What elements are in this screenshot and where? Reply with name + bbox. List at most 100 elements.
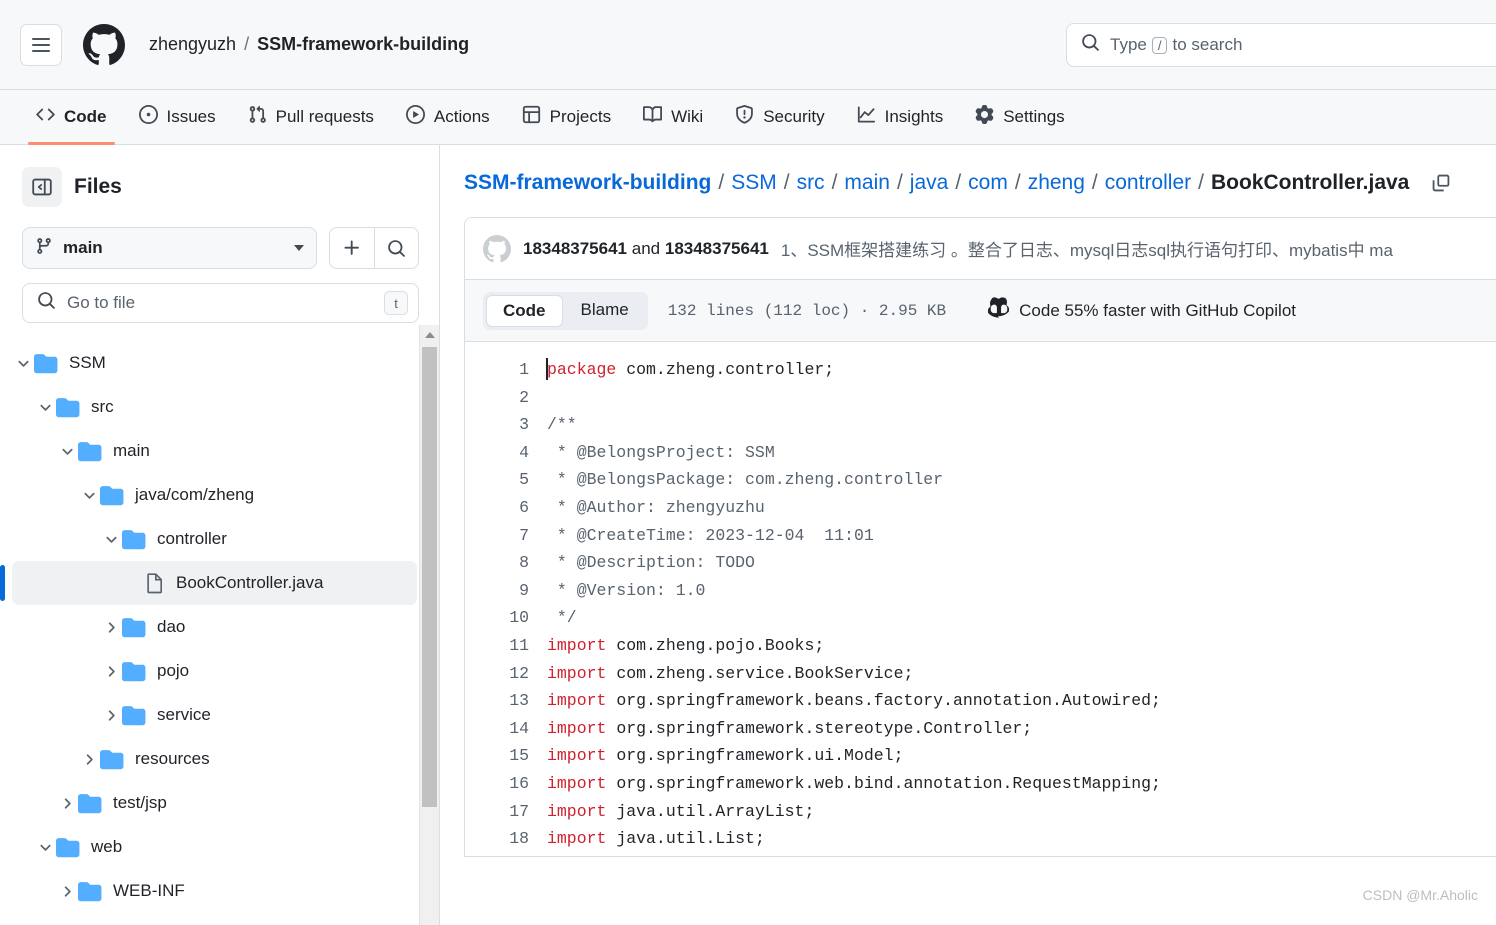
- line-content[interactable]: import java.util.ArrayList;: [547, 798, 814, 826]
- line-number[interactable]: 6: [465, 494, 547, 522]
- line-number[interactable]: 4: [465, 439, 547, 467]
- copilot-promo[interactable]: Code 55% faster with GitHub Copilot: [988, 297, 1296, 324]
- tab-blame-view[interactable]: Blame: [565, 295, 645, 327]
- branch-selector[interactable]: main: [22, 227, 317, 269]
- line-content[interactable]: import org.springframework.ui.Model;: [547, 742, 903, 770]
- tree-folder-test/jsp[interactable]: test/jsp: [12, 781, 417, 825]
- commit-author[interactable]: 18348375641: [523, 239, 627, 258]
- line-content[interactable]: * @Description: TODO: [547, 549, 755, 577]
- scroll-up-button[interactable]: [420, 325, 439, 345]
- tree-folder-WEB-INF[interactable]: WEB-INF: [12, 869, 417, 913]
- sidebar-scrollbar[interactable]: [419, 325, 439, 925]
- search-files-button[interactable]: [374, 228, 418, 268]
- tree-file-BookController.java[interactable]: BookController.java: [0, 561, 417, 605]
- path-segment-main[interactable]: main: [844, 171, 890, 195]
- chevron-down-icon[interactable]: [100, 532, 122, 547]
- line-content[interactable]: import org.springframework.web.bind.anno…: [547, 770, 1161, 798]
- tab-projects[interactable]: Projects: [506, 90, 627, 144]
- path-segment-java[interactable]: java: [910, 171, 949, 195]
- line-number[interactable]: 9: [465, 577, 547, 605]
- line-content[interactable]: import java.util.List;: [547, 825, 765, 853]
- tree-folder-src[interactable]: src: [12, 385, 417, 429]
- line-content[interactable]: * @BelongsProject: SSM: [547, 439, 775, 467]
- tree-folder-pojo[interactable]: pojo: [12, 649, 417, 693]
- tree-folder-resources[interactable]: resources: [12, 737, 417, 781]
- scrollbar-thumb[interactable]: [422, 347, 437, 807]
- chevron-right-icon[interactable]: [100, 620, 122, 635]
- owner-link[interactable]: zhengyuzh: [149, 34, 236, 55]
- repo-link[interactable]: SSM-framework-building: [257, 34, 469, 55]
- line-content[interactable]: */: [547, 604, 577, 632]
- line-content[interactable]: package com.zheng.controller;: [546, 356, 834, 384]
- line-content[interactable]: * @CreateTime: 2023-12-04 11:01: [547, 522, 874, 550]
- line-content[interactable]: import com.zheng.service.BookService;: [547, 660, 913, 688]
- tree-folder-controller[interactable]: controller: [12, 517, 417, 561]
- global-search[interactable]: Type / to search: [1066, 23, 1496, 67]
- tab-code[interactable]: Code: [20, 90, 123, 145]
- chevron-right-icon[interactable]: [100, 708, 122, 723]
- line-number[interactable]: 16: [465, 770, 547, 798]
- add-file-button[interactable]: [330, 228, 374, 268]
- line-content[interactable]: * @Author: zhengyuzhu: [547, 494, 765, 522]
- tab-pull-requests[interactable]: Pull requests: [232, 90, 390, 144]
- chevron-right-icon[interactable]: [56, 796, 78, 811]
- tree-folder-java/com/zheng[interactable]: java/com/zheng: [12, 473, 417, 517]
- line-content[interactable]: import org.springframework.beans.factory…: [547, 687, 1161, 715]
- go-to-file-input[interactable]: Go to file t: [22, 283, 419, 323]
- sidebar-collapse-icon[interactable]: [22, 167, 62, 207]
- line-number[interactable]: 17: [465, 798, 547, 826]
- path-segment-SSM-framework-building[interactable]: SSM-framework-building: [464, 171, 711, 195]
- hamburger-menu-icon[interactable]: [20, 23, 62, 66]
- commit-coauthor[interactable]: 18348375641: [665, 239, 769, 258]
- line-content[interactable]: import com.zheng.pojo.Books;: [547, 632, 824, 660]
- line-number[interactable]: 12: [465, 660, 547, 688]
- search-input[interactable]: Type / to search: [1066, 23, 1496, 67]
- chevron-right-icon[interactable]: [100, 664, 122, 679]
- line-number[interactable]: 7: [465, 522, 547, 550]
- chevron-right-icon[interactable]: [56, 884, 78, 899]
- commit-message[interactable]: 1、SSM框架搭建练习 。整合了日志、mysql日志sql执行语句打印、myba…: [781, 236, 1393, 261]
- tree-folder-service[interactable]: service: [12, 693, 417, 737]
- line-number[interactable]: 10: [465, 604, 547, 632]
- tree-folder-dao[interactable]: dao: [12, 605, 417, 649]
- line-content[interactable]: /**: [547, 411, 577, 439]
- line-content[interactable]: import org.springframework.stereotype.Co…: [547, 715, 1032, 743]
- line-number[interactable]: 8: [465, 549, 547, 577]
- tab-issues[interactable]: Issues: [123, 90, 232, 144]
- line-number[interactable]: 18: [465, 825, 547, 853]
- chevron-down-icon[interactable]: [78, 488, 100, 503]
- tab-insights[interactable]: Insights: [841, 90, 960, 144]
- tree-folder-main[interactable]: main: [12, 429, 417, 473]
- path-segment-controller[interactable]: controller: [1105, 171, 1191, 195]
- tree-folder-SSM[interactable]: SSM: [12, 341, 417, 385]
- github-logo-icon[interactable]: [83, 23, 125, 66]
- line-number[interactable]: 13: [465, 687, 547, 715]
- copy-path-icon[interactable]: [1430, 172, 1452, 194]
- path-segment-com[interactable]: com: [968, 171, 1008, 195]
- tab-settings[interactable]: Settings: [959, 90, 1080, 144]
- line-content[interactable]: * @BelongsPackage: com.zheng.controller: [547, 466, 943, 494]
- line-content[interactable]: * @Version: 1.0: [547, 577, 706, 605]
- tab-wiki[interactable]: Wiki: [627, 90, 719, 144]
- tab-code-view[interactable]: Code: [486, 294, 563, 327]
- line-number[interactable]: 5: [465, 466, 547, 494]
- path-segment-SSM[interactable]: SSM: [731, 171, 777, 195]
- chevron-down-icon[interactable]: [56, 444, 78, 459]
- chevron-down-icon[interactable]: [12, 356, 34, 371]
- line-number[interactable]: 14: [465, 715, 547, 743]
- path-segment-src[interactable]: src: [797, 171, 825, 195]
- tree-folder-web[interactable]: web: [12, 825, 417, 869]
- line-number[interactable]: 2: [465, 384, 547, 412]
- path-segment-zheng[interactable]: zheng: [1028, 171, 1085, 195]
- code-viewer[interactable]: 1 package com.zheng.controller; 2 3/** 4 * @…: [465, 342, 1496, 856]
- line-number[interactable]: 11: [465, 632, 547, 660]
- line-number[interactable]: 19: [465, 853, 547, 856]
- line-number[interactable]: 1: [465, 356, 547, 384]
- tab-actions[interactable]: Actions: [390, 90, 506, 144]
- line-number[interactable]: 3: [465, 411, 547, 439]
- chevron-right-icon[interactable]: [78, 752, 100, 767]
- tab-security[interactable]: Security: [719, 90, 840, 144]
- line-number[interactable]: 15: [465, 742, 547, 770]
- chevron-down-icon[interactable]: [34, 400, 56, 415]
- chevron-down-icon[interactable]: [34, 840, 56, 855]
